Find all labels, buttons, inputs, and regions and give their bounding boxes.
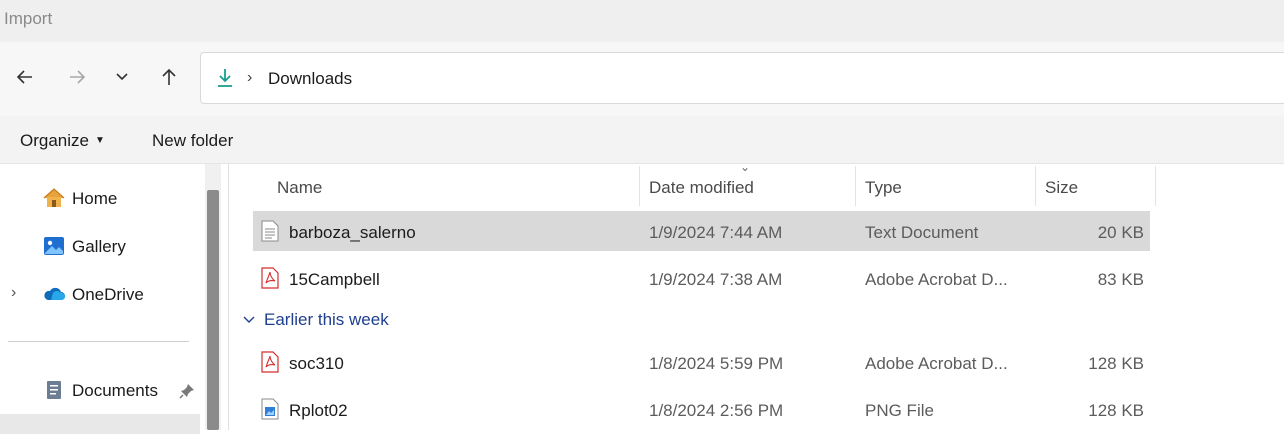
file-date: 1/8/2024 2:56 PM: [649, 401, 784, 420]
png-file-icon: [261, 398, 279, 420]
arrow-up-icon: [162, 68, 176, 85]
file-type: Adobe Acrobat D...: [865, 354, 1008, 373]
home-icon: [43, 188, 65, 207]
expand-chevron-icon[interactable]: ›: [11, 284, 16, 302]
column-divider[interactable]: [1035, 166, 1036, 206]
file-size: 83 KB: [1097, 270, 1144, 289]
file-date: 1/9/2024 7:44 AM: [649, 223, 783, 242]
pdf-file-icon: [261, 351, 279, 373]
download-icon: [218, 69, 232, 87]
arrow-right-icon: [70, 70, 86, 84]
recent-locations-button[interactable]: [105, 60, 139, 94]
column-divider[interactable]: [855, 166, 856, 206]
organize-label: Organize: [20, 131, 89, 150]
sidebar-item-label: Gallery: [72, 237, 126, 256]
column-header-size[interactable]: Size: [1045, 178, 1078, 198]
file-size: 20 KB: [1097, 223, 1144, 242]
file-name: soc310: [289, 354, 344, 373]
sidebar-item-onedrive[interactable]: › OneDrive: [0, 274, 200, 314]
column-header-type[interactable]: Type: [865, 178, 902, 198]
sidebar-divider: [8, 341, 189, 342]
chevron-down-icon: [116, 73, 128, 81]
file-type: PNG File: [865, 401, 934, 420]
sidebar-item-gallery[interactable]: Gallery: [0, 226, 200, 266]
sidebar-item-partial[interactable]: [0, 414, 200, 434]
breadcrumb-separator[interactable]: ›: [247, 69, 252, 87]
caret-down-icon: ▼: [94, 135, 105, 146]
new-folder-button[interactable]: New folder: [152, 131, 233, 151]
gallery-icon: [44, 237, 64, 255]
file-row[interactable]: 15Campbell 1/9/2024 7:38 AM Adobe Acroba…: [253, 258, 1150, 298]
file-name: 15Campbell: [289, 270, 380, 289]
file-row[interactable]: Rplot02 1/8/2024 2:56 PM PNG File 128 KB: [253, 389, 1150, 429]
organize-button[interactable]: Organize ▼: [20, 131, 105, 151]
navigation-pane: Home Gallery › OneDrive Documents: [0, 164, 205, 434]
address-bar[interactable]: › Downloads: [200, 52, 1284, 104]
file-date: 1/8/2024 5:59 PM: [649, 354, 784, 373]
sidebar-item-label: Documents: [72, 381, 158, 400]
sidebar-item-documents[interactable]: Documents: [0, 370, 200, 410]
pin-icon[interactable]: [178, 382, 196, 400]
text-file-icon: [261, 220, 279, 242]
navigation-bar: › Downloads: [0, 42, 1284, 116]
arrow-left-icon: [16, 70, 32, 84]
chevron-down-icon: [243, 316, 255, 323]
file-type: Adobe Acrobat D...: [865, 270, 1008, 289]
file-date: 1/9/2024 7:38 AM: [649, 270, 783, 289]
file-row[interactable]: soc310 1/8/2024 5:59 PM Adobe Acrobat D.…: [253, 342, 1150, 382]
sort-indicator-icon: ⌄: [740, 160, 751, 174]
file-type: Text Document: [865, 223, 979, 242]
pdf-file-icon: [261, 267, 279, 289]
file-name: Rplot02: [289, 401, 348, 420]
column-header-name[interactable]: Name: [277, 178, 322, 198]
group-label: Earlier this week: [264, 310, 389, 329]
documents-icon: [47, 381, 61, 399]
file-size: 128 KB: [1088, 354, 1144, 373]
command-bar: Organize ▼ New folder: [0, 116, 1284, 164]
forward-button[interactable]: [60, 60, 94, 94]
file-size: 128 KB: [1088, 401, 1144, 420]
sidebar-scrollbar-thumb[interactable]: [207, 190, 219, 430]
onedrive-cloud-icon: [44, 287, 66, 300]
title-bar: Import: [0, 0, 1284, 42]
up-button[interactable]: [152, 60, 186, 94]
column-header-date-modified[interactable]: Date modified: [649, 178, 754, 198]
breadcrumb-downloads[interactable]: Downloads: [268, 69, 352, 89]
pane-divider: [228, 164, 229, 430]
sidebar-item-label: OneDrive: [72, 285, 144, 304]
column-divider[interactable]: [639, 166, 640, 206]
window-title: Import: [4, 9, 53, 28]
column-divider[interactable]: [1155, 166, 1156, 206]
sidebar-item-label: Home: [72, 189, 118, 208]
back-button[interactable]: [8, 60, 42, 94]
file-row[interactable]: barboza_salerno 1/9/2024 7:44 AM Text Do…: [253, 211, 1150, 251]
sidebar-item-home[interactable]: Home: [0, 178, 200, 218]
file-name: barboza_salerno: [289, 223, 416, 242]
